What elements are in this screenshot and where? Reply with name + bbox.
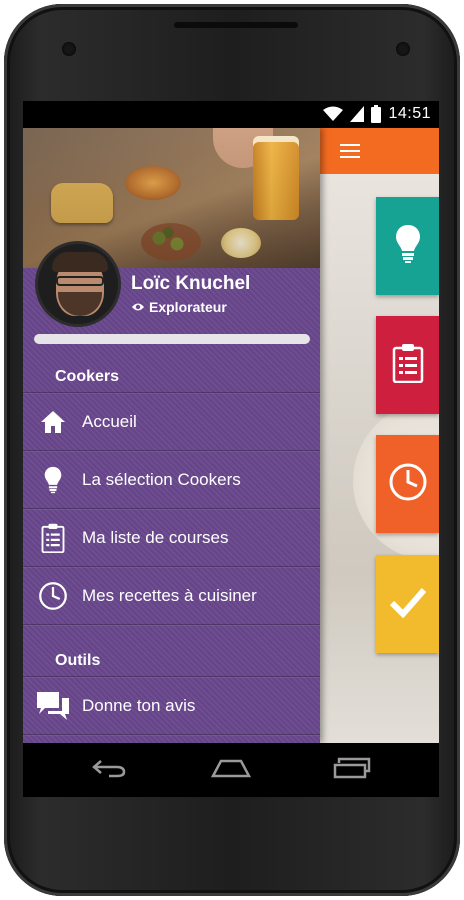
tile-selection[interactable] <box>376 197 439 295</box>
status-time: 14:51 <box>388 105 431 122</box>
front-sensor <box>62 42 76 56</box>
back-icon <box>91 758 127 783</box>
battery-icon <box>371 105 382 123</box>
clock-icon <box>23 581 82 611</box>
menu-item-liste-courses[interactable]: Ma liste de courses <box>23 509 320 566</box>
menu-item-label: La sélection Cookers <box>82 469 241 489</box>
back-button[interactable] <box>87 757 131 783</box>
navigation-drawer: Loïc Knuchel Explorateur Cookers Accueil… <box>23 128 320 743</box>
front-camera <box>396 42 410 56</box>
screen: 14:51 Loïc Knuchel Explorateur Cookers A… <box>23 101 439 797</box>
system-nav-bar <box>23 743 439 797</box>
signal-icon <box>350 106 365 122</box>
hamburger-icon[interactable] <box>340 144 360 158</box>
menu-item-donne-ton-avis[interactable]: Donne ton avis <box>23 677 320 734</box>
menu-item-label: Accueil <box>82 411 137 431</box>
user-progress-bar <box>34 334 310 344</box>
eye-icon <box>131 299 145 315</box>
user-rank: Explorateur <box>131 299 227 315</box>
menu-item-label: Ma liste de courses <box>82 527 229 547</box>
app-toolbar <box>320 128 439 174</box>
recents-button[interactable] <box>331 757 375 783</box>
home-icon <box>23 410 82 434</box>
home-icon <box>210 758 252 783</box>
user-rank-label: Explorateur <box>149 299 227 315</box>
chat-icon <box>23 690 82 722</box>
avatar[interactable] <box>35 241 121 327</box>
menu-item-label: Donne ton avis <box>82 695 196 715</box>
user-name: Loïc Knuchel <box>131 273 251 294</box>
menu-item-recettes[interactable]: Mes recettes à cuisiner <box>23 567 320 624</box>
tile-recipes[interactable] <box>376 435 439 533</box>
clipboard-icon <box>23 523 82 553</box>
menu-item-label: Mes recettes à cuisiner <box>82 585 257 605</box>
checkmark-icon <box>389 586 427 623</box>
lightbulb-icon <box>23 465 82 495</box>
status-bar: 14:51 <box>23 101 439 128</box>
clock-icon <box>388 462 428 507</box>
section-header-cookers: Cookers <box>55 368 120 385</box>
section-header-outils: Outils <box>55 652 101 669</box>
lightbulb-icon <box>395 224 421 269</box>
tile-shopping-list[interactable] <box>376 316 439 414</box>
earpiece <box>174 22 298 28</box>
recents-icon <box>333 757 373 784</box>
divider <box>23 734 320 735</box>
divider <box>23 624 320 625</box>
menu-item-accueil[interactable]: Accueil <box>23 393 320 450</box>
home-button[interactable] <box>209 757 253 783</box>
clipboard-icon <box>392 343 424 388</box>
menu-item-selection-cookers[interactable]: La sélection Cookers <box>23 451 320 508</box>
tile-done[interactable] <box>376 555 439 653</box>
wifi-icon <box>323 106 344 122</box>
